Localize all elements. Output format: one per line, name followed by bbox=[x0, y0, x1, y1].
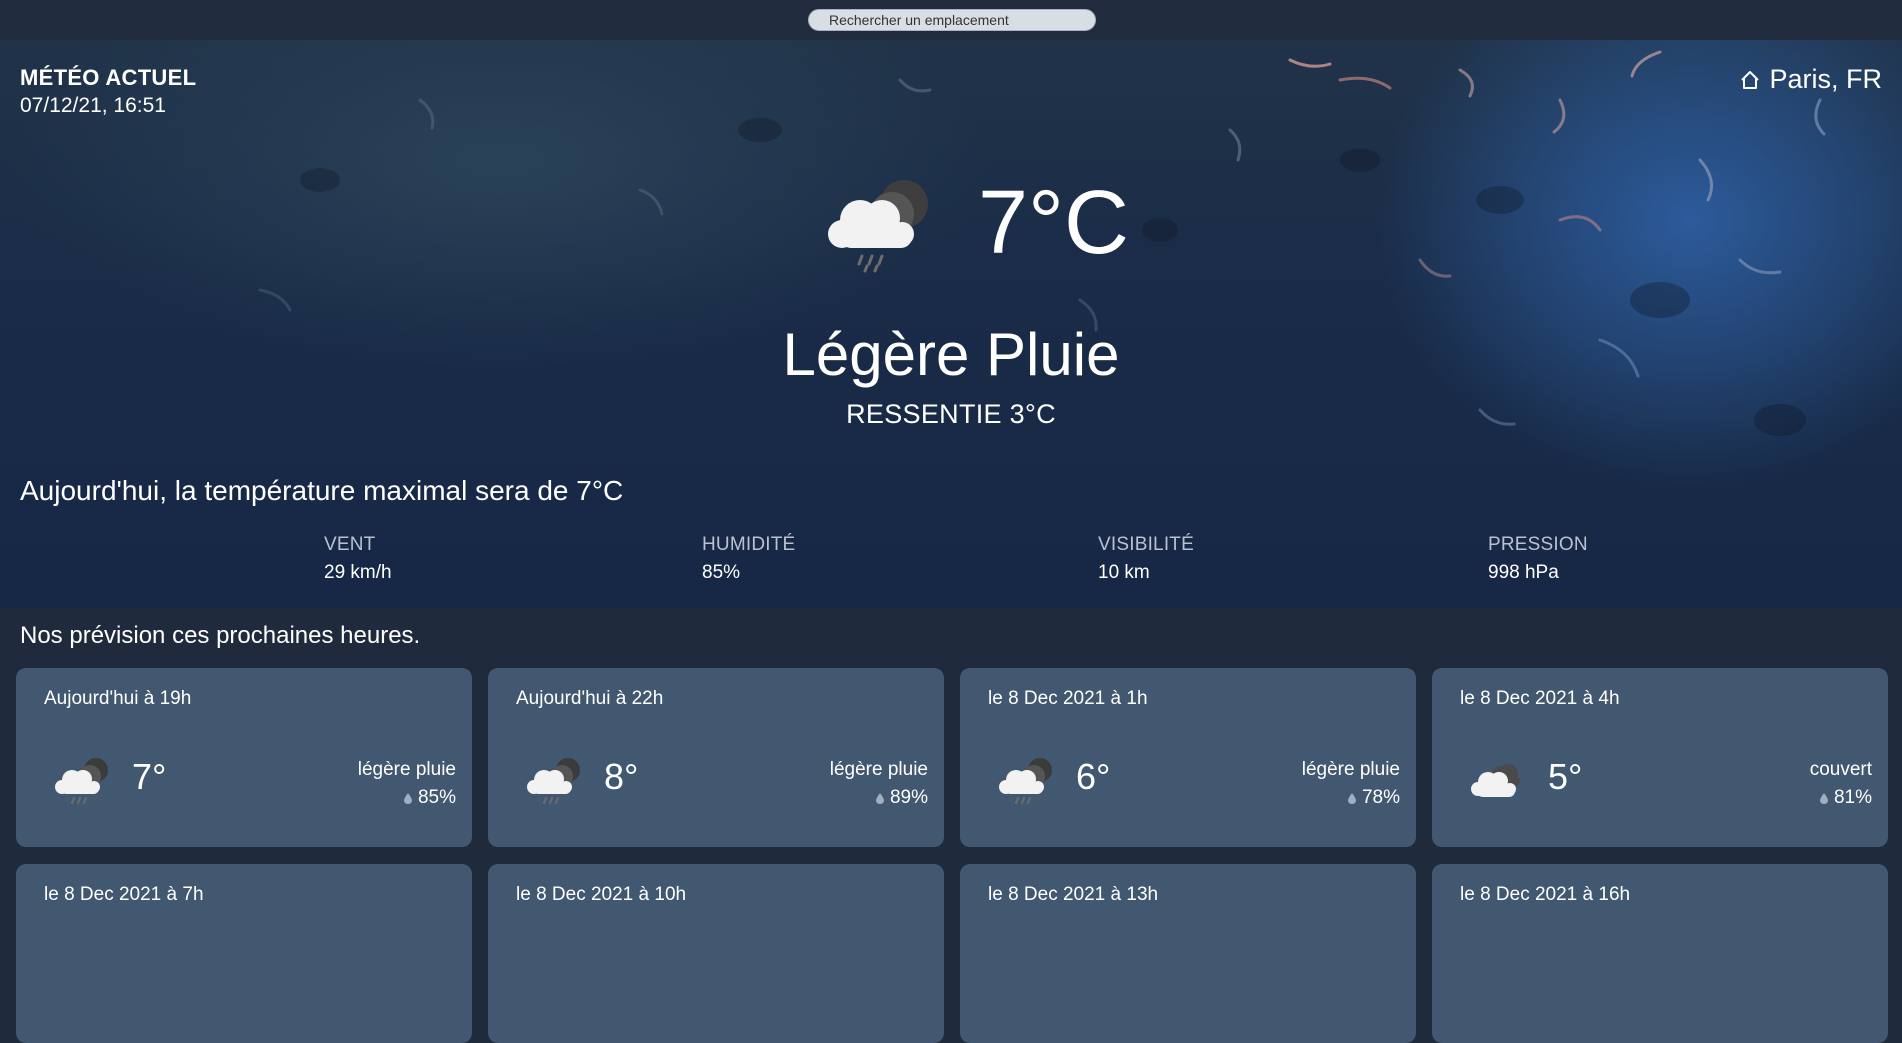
forecast-temperature: 5° bbox=[1548, 756, 1583, 797]
droplet-icon bbox=[1819, 792, 1828, 804]
stat-humidity: HUMIDITÉ 85% bbox=[702, 534, 795, 584]
forecast-humidity-value: 89% bbox=[889, 787, 928, 808]
current-weather-panel: MÉTÉO ACTUEL 07/12/21, 16:51 Paris, FR 7… bbox=[0, 40, 1902, 608]
forecast-humidity-value: 78% bbox=[1361, 787, 1400, 808]
current-datetime: 07/12/21, 16:51 bbox=[20, 94, 166, 117]
stat-wind: VENT 29 km/h bbox=[324, 534, 392, 584]
forecast-card[interactable]: le 8 Dec 2021 à 16h bbox=[1432, 864, 1888, 1043]
forecast-temperature: 6° bbox=[1076, 756, 1111, 797]
forecast-card[interactable]: le 8 Dec 2021 à 1h 6° légère pluie 78% bbox=[960, 668, 1416, 847]
forecast-card[interactable]: Aujourd'hui à 22h 8° légère pluie 89% bbox=[488, 668, 944, 847]
droplet-icon bbox=[1347, 792, 1356, 804]
forecast-time: le 8 Dec 2021 à 13h bbox=[988, 884, 1159, 905]
stat-value: 998 hPa bbox=[1488, 562, 1559, 583]
forecast-humidity-value: 85% bbox=[417, 787, 456, 808]
forecast-card[interactable]: le 8 Dec 2021 à 7h bbox=[16, 864, 472, 1043]
forecast-card[interactable]: le 8 Dec 2021 à 10h bbox=[488, 864, 944, 1043]
location-text: Paris, FR bbox=[1769, 64, 1882, 94]
forecast-condition: couvert bbox=[1809, 759, 1872, 780]
forecast-humidity: 89% bbox=[875, 787, 928, 809]
forecast-humidity-value: 81% bbox=[1833, 787, 1872, 808]
location-label: Paris, FR bbox=[1739, 64, 1882, 95]
forecast-time: le 8 Dec 2021 à 7h bbox=[44, 884, 204, 905]
top-bar: Rechercher un emplacement bbox=[0, 0, 1902, 40]
stat-pressure: PRESSION 998 hPa bbox=[1488, 534, 1588, 584]
forecast-time: Aujourd'hui à 22h bbox=[516, 688, 664, 709]
forecast-humidity: 81% bbox=[1819, 787, 1872, 809]
stat-visibility: VISIBILITÉ 10 km bbox=[1098, 534, 1194, 584]
forecast-card[interactable]: le 8 Dec 2021 à 4h 5° couvert 81% bbox=[1432, 668, 1888, 847]
forecast-condition: légère pluie bbox=[1301, 759, 1400, 780]
stat-label: PRESSION bbox=[1488, 534, 1588, 555]
stat-value: 85% bbox=[702, 562, 741, 583]
search-input[interactable]: Rechercher un emplacement bbox=[808, 9, 1096, 31]
stat-value: 29 km/h bbox=[324, 562, 392, 583]
stat-value: 10 km bbox=[1098, 562, 1150, 583]
stat-label: HUMIDITÉ bbox=[702, 534, 796, 555]
current-temperature: 7°C bbox=[978, 173, 1130, 273]
forecast-card[interactable]: Aujourd'hui à 19h 7° légère pluie 85% bbox=[16, 668, 472, 847]
droplet-icon bbox=[403, 792, 412, 804]
forecast-condition: légère pluie bbox=[357, 759, 456, 780]
forecast-time: le 8 Dec 2021 à 16h bbox=[1460, 884, 1631, 905]
forecast-time: le 8 Dec 2021 à 10h bbox=[516, 884, 687, 905]
stat-label: VISIBILITÉ bbox=[1098, 534, 1194, 555]
forecast-title: Nos prévision ces prochaines heures. bbox=[20, 622, 421, 649]
cloud-rain-moon-icon bbox=[828, 180, 928, 273]
forecast-card[interactable]: le 8 Dec 2021 à 13h bbox=[960, 864, 1416, 1043]
stat-label: VENT bbox=[324, 534, 376, 555]
current-weather-title: MÉTÉO ACTUEL bbox=[20, 65, 197, 90]
overcast-cloud-icon bbox=[1471, 764, 1520, 797]
forecast-condition: légère pluie bbox=[829, 759, 928, 780]
forecast-humidity: 85% bbox=[403, 787, 456, 809]
feels-like: RESSENTIE 3°C bbox=[846, 399, 1056, 429]
forecast-time: le 8 Dec 2021 à 1h bbox=[988, 688, 1148, 709]
forecast-temperature: 8° bbox=[604, 756, 639, 797]
forecast-time: le 8 Dec 2021 à 4h bbox=[1460, 688, 1620, 709]
cloud-rain-moon-icon bbox=[55, 758, 108, 804]
home-icon bbox=[1741, 70, 1760, 89]
current-condition: Légère Pluie bbox=[782, 321, 1120, 388]
forecast-humidity: 78% bbox=[1347, 787, 1400, 809]
today-max-note: Aujourd'hui, la température maximal sera… bbox=[20, 475, 624, 506]
cloud-rain-moon-icon bbox=[527, 758, 580, 804]
droplet-icon bbox=[875, 792, 884, 804]
forecast-temperature: 7° bbox=[132, 756, 167, 797]
forecast-time: Aujourd'hui à 19h bbox=[44, 688, 192, 709]
cloud-rain-moon-icon bbox=[999, 758, 1052, 804]
